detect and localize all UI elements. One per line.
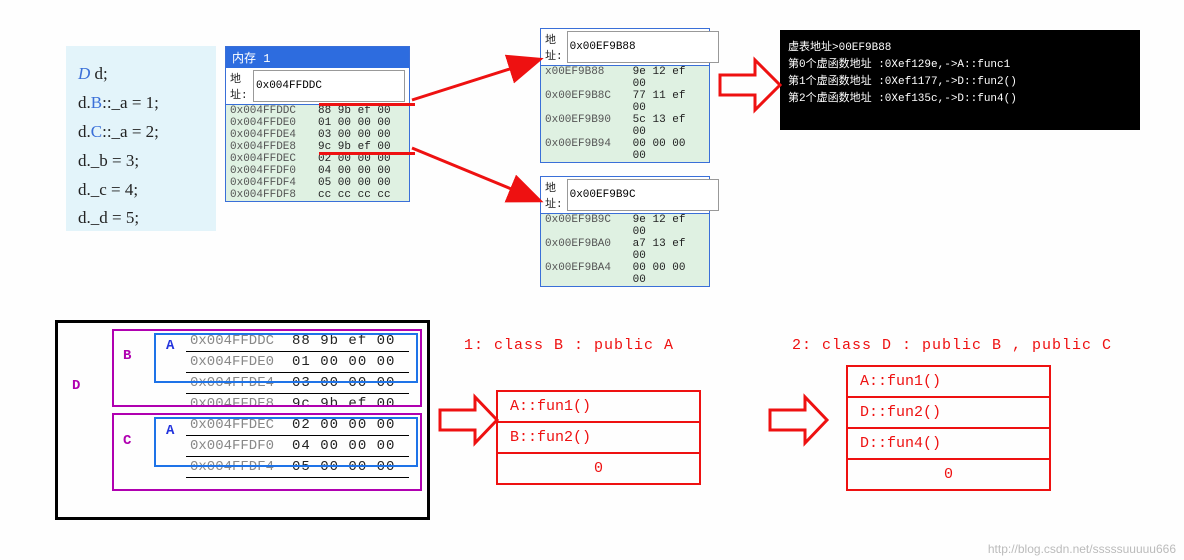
memory-row: 0x00EF9B9400 00 00 00 xyxy=(541,138,709,162)
memory-row: 0x004FFDE403 00 00 00 xyxy=(226,129,409,141)
highlight-2 xyxy=(319,152,415,155)
object-layout-D: D B C A A 0x004FFDDC88 9b ef 000x004FFDE… xyxy=(55,320,430,520)
addr-label: 地址: xyxy=(230,70,249,102)
memory-row: 0x004FFDDC88 9b ef 00 xyxy=(226,105,409,117)
mem2-addr-input[interactable] xyxy=(567,31,719,63)
vtable-entry: 0 xyxy=(848,460,1049,489)
source-code-box: D d; d.B::_a = 1; d.C::_a = 2; d._b = 3;… xyxy=(66,46,216,231)
console-line: 第2个虚函数地址 :0Xef135c,->D::fun4() xyxy=(788,91,1132,108)
block-arrow-2 xyxy=(440,397,497,443)
caption-2: 2: class D : public B , public C xyxy=(792,337,1112,354)
memory-row: 0x00EF9BA0a7 13 ef 00 xyxy=(541,238,709,262)
mem3-addr-input[interactable] xyxy=(567,179,719,211)
vtable-B: A::fun1() B::fun2() 0 xyxy=(496,390,701,485)
memory-panel-title: 内存 1 xyxy=(226,47,409,68)
vtable-entry: A::fun1() xyxy=(848,367,1049,398)
block-arrow-1 xyxy=(720,60,780,110)
memory-row: 0x004FFDF8cc cc cc cc xyxy=(226,189,409,201)
memory-panel-2: 地址: x00EF9B889e 12 ef 000x00EF9B8C77 11 … xyxy=(540,28,710,163)
vtable-entry: D::fun2() xyxy=(848,398,1049,429)
code-type-D: D xyxy=(78,64,90,83)
rect-A-inB xyxy=(154,333,418,383)
vtable-entry: B::fun2() xyxy=(498,423,699,454)
vtable-D: A::fun1() D::fun2() D::fun4() 0 xyxy=(846,365,1051,491)
addr-label: 地址: xyxy=(545,179,563,211)
memory-panel-3: 地址: 0x00EF9B9C9e 12 ef 000x00EF9BA0a7 13… xyxy=(540,176,710,287)
memory-row: 0x00EF9B8C77 11 ef 00 xyxy=(541,90,709,114)
console-line: 虚表地址>00EF9B88 xyxy=(788,40,1132,57)
memory-row: 0x004FFDE001 00 00 00 xyxy=(226,117,409,129)
addr-label: 地址: xyxy=(545,31,563,63)
memory-row: 0x00EF9B9C9e 12 ef 00 xyxy=(541,214,709,238)
caption-1: 1: class B : public A xyxy=(464,337,674,354)
vtable-entry: D::fun4() xyxy=(848,429,1049,460)
console-output: 虚表地址>00EF9B88 第0个虚函数地址 :0Xef129e,->A::fu… xyxy=(780,30,1140,130)
mem3-rows: 0x00EF9B9C9e 12 ef 000x00EF9BA0a7 13 ef … xyxy=(541,214,709,286)
memory-row: 0x00EF9B905c 13 ef 00 xyxy=(541,114,709,138)
memory-row: 0x00EF9BA400 00 00 00 xyxy=(541,262,709,286)
vtable-entry: 0 xyxy=(498,454,699,483)
console-line: 第1个虚函数地址 :0Xef1177,->D::fun2() xyxy=(788,74,1132,91)
memory-panel-1: 内存 1 地址: 0x004FFDDC88 9b ef 000x004FFDE0… xyxy=(225,46,410,202)
watermark: http://blog.csdn.net/sssssuuuuu666 xyxy=(988,542,1176,556)
block-arrow-3 xyxy=(770,397,827,443)
memory-row: 0x004FFDF004 00 00 00 xyxy=(226,165,409,177)
mem1-addr-input[interactable] xyxy=(253,70,405,102)
memory-row: 0x004FFDF405 00 00 00 xyxy=(226,177,409,189)
highlight-1 xyxy=(319,103,415,106)
console-line: 第0个虚函数地址 :0Xef129e,->A::func1 xyxy=(788,57,1132,74)
mem2-rows: x00EF9B889e 12 ef 000x00EF9B8C77 11 ef 0… xyxy=(541,66,709,162)
label-D: D xyxy=(72,378,80,394)
memory-row: x00EF9B889e 12 ef 00 xyxy=(541,66,709,90)
code-l1: d; xyxy=(90,64,107,83)
rect-A-inC xyxy=(154,417,418,467)
vtable-entry: A::fun1() xyxy=(498,392,699,423)
